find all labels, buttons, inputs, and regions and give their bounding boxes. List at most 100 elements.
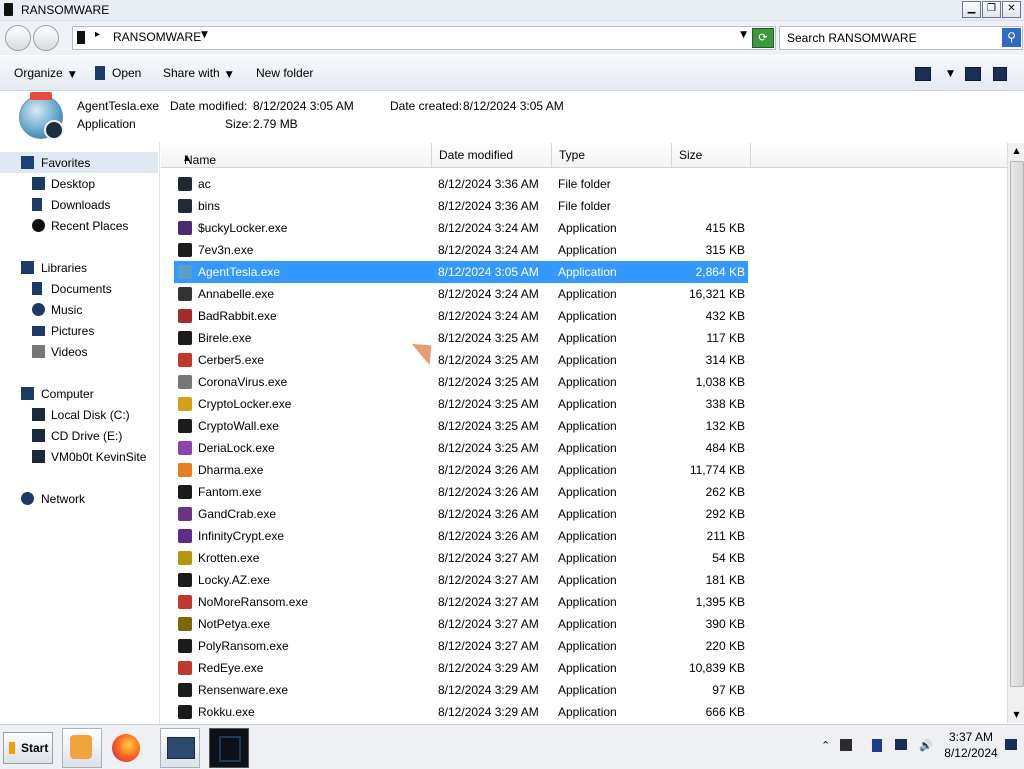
nav-computer[interactable]: Computer <box>0 383 158 404</box>
nav-downloads[interactable]: Downloads <box>0 194 158 215</box>
file-row[interactable]: bins 8/12/2024 3:36 AM File folder <box>174 195 748 217</box>
close-button[interactable]: ✕ <box>1002 1 1021 18</box>
nav-recent-places[interactable]: Recent Places <box>0 215 158 236</box>
open-button[interactable]: Open <box>95 66 141 80</box>
network-tray-icon[interactable] <box>895 739 907 750</box>
preview-pane-icon[interactable] <box>965 67 981 81</box>
taskbar-firefox[interactable] <box>106 728 146 768</box>
search-placeholder: Search RANSOMWARE <box>787 31 917 45</box>
scrollbar-thumb[interactable] <box>1010 161 1024 687</box>
file-row[interactable]: PolyRansom.exe 8/12/2024 3:27 AM Applicati… <box>174 635 748 657</box>
taskbar-media-player[interactable] <box>62 728 102 768</box>
file-row[interactable]: RedEye.exe 8/12/2024 3:29 AM Application 10… <box>174 657 748 679</box>
application-icon <box>178 529 192 543</box>
scroll-up-icon[interactable]: ▲ <box>1008 143 1024 159</box>
new-folder-button[interactable]: New folder <box>256 66 313 80</box>
file-size: 484 KB <box>705 441 745 455</box>
file-size: 2,864 KB <box>695 265 745 279</box>
column-header-name[interactable]: Name ▲ <box>161 143 432 168</box>
file-row[interactable]: NoMoreRansom.exe 8/12/2024 3:27 AM Applica… <box>174 591 748 613</box>
taskbar-terminal[interactable] <box>209 728 249 768</box>
share-with-menu[interactable]: Share with ▼ <box>163 66 233 80</box>
file-size: 117 KB <box>706 331 745 345</box>
file-row[interactable]: InfinityCrypt.exe 8/12/2024 3:26 AM Applic… <box>174 525 748 547</box>
action-center-icon[interactable] <box>1005 739 1017 750</box>
address-history-dropdown-icon[interactable]: ▼ <box>740 30 747 40</box>
column-header-type[interactable]: Type <box>552 143 672 168</box>
nav-network-label: Network <box>41 492 86 506</box>
details-file-name: AgentTesla.exe <box>77 99 160 113</box>
nav-network-share[interactable]: VM0b0t KevinSite <box>0 446 158 467</box>
file-row[interactable]: 7ev3n.exe 8/12/2024 3:24 AM Application 315… <box>174 239 748 261</box>
cd-drive-icon <box>32 429 45 442</box>
nav-network[interactable]: Network <box>0 488 158 509</box>
nav-documents[interactable]: Documents <box>0 278 158 299</box>
nav-videos[interactable]: Videos <box>0 341 158 362</box>
file-row[interactable]: Rokku.exe 8/12/2024 3:29 AM Application 666… <box>174 701 748 723</box>
nav-cd-drive[interactable]: CD Drive (E:) <box>0 425 158 446</box>
nav-music[interactable]: Music <box>0 299 158 320</box>
file-date-modified: 8/12/2024 3:36 AM <box>438 199 539 213</box>
file-date-modified: 8/12/2024 3:27 AM <box>438 551 539 565</box>
vertical-scrollbar[interactable]: ▲ ▼ <box>1007 143 1024 723</box>
address-bar[interactable]: ▸ RANSOMWARE ▼ ▼ <box>72 26 776 50</box>
breadcrumb-ransomware[interactable]: RANSOMWARE <box>113 30 201 44</box>
view-dropdown[interactable]: ▼ <box>941 65 954 79</box>
minimize-button[interactable]: ▁ <box>962 1 981 18</box>
tray-app-icon[interactable] <box>840 739 852 751</box>
file-size: 181 KB <box>705 573 745 587</box>
back-button[interactable] <box>5 25 31 51</box>
nav-local-disk[interactable]: Local Disk (C:) <box>0 404 158 425</box>
file-name: NoMoreRansom.exe <box>198 595 309 609</box>
file-row[interactable]: AgentTesla.exe 8/12/2024 3:05 AM Applicati… <box>174 261 748 283</box>
file-row[interactable]: DeriaLock.exe 8/12/2024 3:25 AM Applicatio… <box>174 437 748 459</box>
file-row[interactable]: Annabelle.exe 8/12/2024 3:24 AM Applicatio… <box>174 283 748 305</box>
file-row[interactable]: CryptoWall.exe 8/12/2024 3:25 AM Applicati… <box>174 415 748 437</box>
application-icon <box>178 287 192 301</box>
start-button[interactable]: Start <box>3 732 53 764</box>
show-hidden-icons[interactable]: ⌃ <box>821 739 830 752</box>
tray-shield-icon[interactable] <box>872 739 882 752</box>
application-icon <box>178 243 192 257</box>
refresh-button[interactable]: ⟳ <box>752 28 774 48</box>
taskbar-explorer[interactable] <box>160 728 200 768</box>
file-row[interactable]: GandCrab.exe 8/12/2024 3:26 AM Application… <box>174 503 748 525</box>
file-row[interactable]: NotPetya.exe 8/12/2024 3:27 AM Application… <box>174 613 748 635</box>
file-row[interactable]: BadRabbit.exe 8/12/2024 3:24 AM Applicatio… <box>174 305 748 327</box>
system-clock[interactable]: 3:37 AM 8/12/2024 <box>936 729 1006 761</box>
column-header-date-modified[interactable]: Date modified <box>432 143 552 168</box>
search-input[interactable]: Search RANSOMWARE ⚲ <box>779 26 1023 50</box>
caret-down-icon: ▼ <box>68 70 76 80</box>
column-header-size[interactable]: Size <box>672 143 751 168</box>
scroll-down-icon[interactable]: ▼ <box>1008 707 1024 723</box>
breadcrumb-dropdown-icon[interactable]: ▼ <box>201 30 208 40</box>
nav-favorites[interactable]: Favorites <box>0 152 158 173</box>
view-options-icon[interactable] <box>915 67 931 81</box>
help-icon[interactable] <box>993 67 1007 81</box>
file-row[interactable]: $uckyLocker.exe 8/12/2024 3:24 AM Applicat… <box>174 217 748 239</box>
nav-desktop[interactable]: Desktop <box>0 173 158 194</box>
file-row[interactable]: Dharma.exe 8/12/2024 3:26 AM Application 11… <box>174 459 748 481</box>
file-row[interactable]: Birele.exe 8/12/2024 3:25 AM Application 11… <box>174 327 748 349</box>
forward-button[interactable] <box>33 25 59 51</box>
nav-pictures[interactable]: Pictures <box>0 320 158 341</box>
search-icon[interactable]: ⚲ <box>1002 28 1021 47</box>
file-type: Application <box>558 441 617 455</box>
application-icon <box>178 485 192 499</box>
file-row[interactable]: CryptoLocker.exe 8/12/2024 3:25 AM Applica… <box>174 393 748 415</box>
file-row[interactable]: Cerber5.exe 8/12/2024 3:25 AM Application 3… <box>174 349 748 371</box>
file-row[interactable]: Rensenware.exe 8/12/2024 3:29 AM Applicati… <box>174 679 748 701</box>
file-row[interactable]: Krotten.exe 8/12/2024 3:27 AM Application 5… <box>174 547 748 569</box>
file-name: bins <box>198 199 221 213</box>
nav-libraries[interactable]: Libraries <box>0 257 158 278</box>
application-icon <box>178 221 192 235</box>
volume-icon[interactable]: 🔊 <box>919 739 933 752</box>
file-name: CryptoLocker.exe <box>198 397 292 411</box>
file-row[interactable]: CoronaVirus.exe 8/12/2024 3:25 AM Applicat… <box>174 371 748 393</box>
breadcrumb-arrow-icon[interactable]: ▸ <box>95 29 100 40</box>
maximize-button[interactable]: ❐ <box>982 1 1001 18</box>
file-row[interactable]: Locky.AZ.exe 8/12/2024 3:27 AM Application… <box>174 569 748 591</box>
file-row[interactable]: ac 8/12/2024 3:36 AM File folder <box>174 173 748 195</box>
file-row[interactable]: Fantom.exe 8/12/2024 3:26 AM Application 26… <box>174 481 748 503</box>
organize-menu[interactable]: Organize ▼ <box>14 66 76 80</box>
